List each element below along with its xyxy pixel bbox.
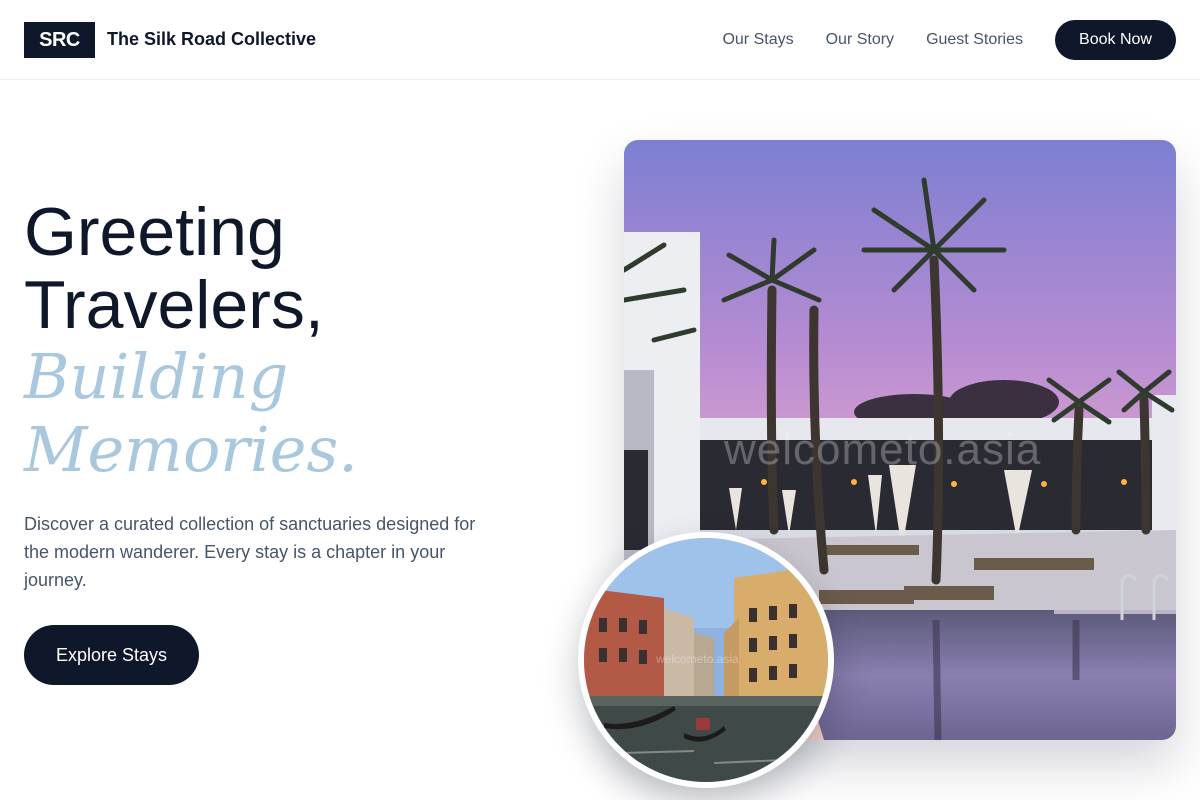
nav-link-our-story[interactable]: Our Story	[826, 31, 894, 49]
brand-name[interactable]: The Silk Road Collective	[107, 29, 316, 50]
hero-title: Greeting Travelers,	[24, 196, 324, 342]
logo[interactable]: SRC	[24, 22, 95, 58]
explore-stays-button[interactable]: Explore Stays	[24, 625, 199, 685]
hero-accent-line-1: Building	[24, 340, 289, 413]
nav-link-guest-stories[interactable]: Guest Stories	[926, 31, 1023, 49]
hero-accent-heading: Building Memories.	[24, 340, 358, 486]
main-photo-watermark: welcometo.asia	[724, 425, 1042, 474]
hero-description: Discover a curated collection of sanctua…	[24, 514, 476, 590]
inset-photo-watermark: welcometo.asia	[656, 652, 739, 666]
site-header: SRC The Silk Road Collective Our Stays O…	[0, 0, 1200, 80]
hero-title-line-2: Travelers,	[24, 267, 324, 343]
hero-title-line-1: Greeting	[24, 194, 285, 270]
venice-canal-photo: welcometo.asia	[578, 532, 834, 788]
hero-accent-line-2: Memories.	[24, 413, 358, 486]
book-now-button[interactable]: Book Now	[1055, 20, 1176, 60]
nav-link-our-stays[interactable]: Our Stays	[722, 31, 793, 49]
main-nav: Our Stays Our Story Guest Stories Book N…	[722, 20, 1176, 60]
